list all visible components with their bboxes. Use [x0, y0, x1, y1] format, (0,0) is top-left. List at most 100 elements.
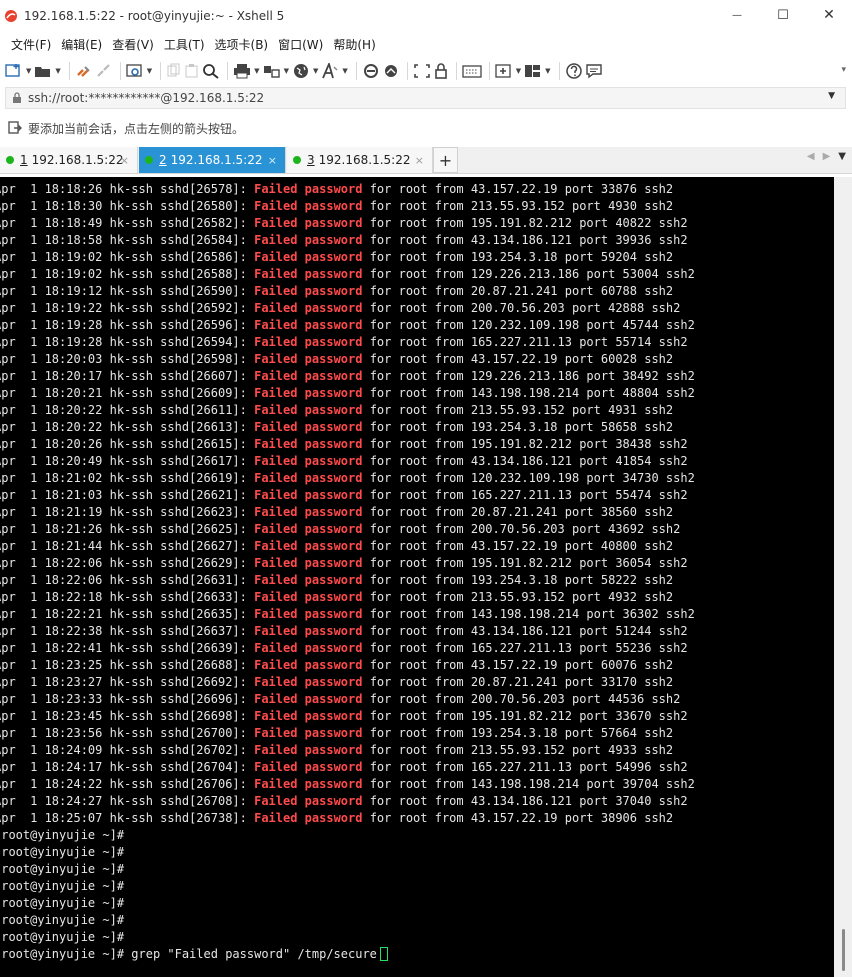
fullscreen-button[interactable]	[413, 59, 431, 83]
minimize-button[interactable]: —	[714, 0, 760, 30]
terminal-command-line[interactable]: [root@yinyujie ~]# grep "Failed password…	[0, 946, 834, 963]
close-icon[interactable]: ×	[120, 154, 129, 167]
chevron-down-icon[interactable]: ▼	[55, 67, 60, 75]
properties-button[interactable]	[126, 59, 144, 83]
new-session-button[interactable]	[5, 59, 23, 83]
chevron-down-icon[interactable]: ▼	[516, 67, 521, 75]
terminal-log-line: Apr 1 18:19:02 hk-ssh sshd[26588]: Faile…	[0, 266, 834, 283]
font-button[interactable]	[321, 59, 339, 83]
chevron-down-icon[interactable]: ▼	[284, 67, 289, 75]
terminal-output[interactable]: Apr 1 18:18:26 hk-ssh sshd[26578]: Faile…	[0, 177, 834, 977]
terminal-log-line: Apr 1 18:23:33 hk-ssh sshd[26696]: Faile…	[0, 691, 834, 708]
log-highlight: Failed password	[254, 624, 363, 638]
chevron-down-icon[interactable]: ▼	[828, 91, 835, 101]
find-button[interactable]	[202, 59, 220, 83]
log-prefix: Apr 1 18:18:49 hk-ssh sshd[26582]:	[0, 216, 255, 230]
log-suffix: for root from 143.198.198.214 port 48804…	[362, 386, 695, 400]
tab-session-1[interactable]: 1 192.168.1.5:22 ×	[0, 147, 138, 173]
log-suffix: for root from 195.191.82.212 port 38438 …	[362, 437, 688, 451]
xftp-button[interactable]	[362, 59, 380, 83]
chevron-down-icon[interactable]: ▼	[313, 67, 318, 75]
log-suffix: for root from 195.191.82.212 port 33670 …	[362, 709, 688, 723]
chevron-down-icon[interactable]: ▼	[26, 67, 31, 75]
open-folder-button[interactable]	[34, 59, 52, 83]
terminal-scrollbar[interactable]	[834, 177, 852, 977]
print-button[interactable]	[233, 59, 251, 83]
log-suffix: for root from 165.227.211.13 port 55236 …	[362, 641, 688, 655]
log-highlight: Failed password	[254, 471, 363, 485]
disconnect-button[interactable]	[95, 59, 113, 83]
log-suffix: for root from 193.254.3.18 port 57664 ss…	[362, 726, 674, 740]
log-highlight: Failed password	[254, 675, 363, 689]
lock-button[interactable]	[433, 59, 449, 83]
menu-window[interactable]: 窗口(W)	[273, 36, 328, 53]
log-highlight: Failed password	[254, 539, 363, 553]
log-prefix: Apr 1 18:23:25 hk-ssh sshd[26688]:	[0, 658, 255, 672]
transfer-button[interactable]	[263, 59, 281, 83]
close-icon[interactable]: ×	[415, 154, 424, 167]
tab-session-3[interactable]: 3 192.168.1.5:22 ×	[287, 147, 433, 173]
terminal-log-line: Apr 1 18:22:06 hk-ssh sshd[26629]: Faile…	[0, 555, 834, 572]
search-icon	[203, 64, 219, 79]
chevron-left-icon[interactable]: ◀	[807, 151, 815, 162]
new-tab-button[interactable]	[495, 59, 513, 83]
log-suffix: for root from 43.134.186.121 port 41854 …	[362, 454, 688, 468]
new-session-icon	[5, 64, 20, 77]
log-highlight: Failed password	[254, 233, 363, 247]
arrow-bookmark-icon[interactable]	[8, 121, 22, 135]
menu-help[interactable]: 帮助(H)	[328, 36, 380, 53]
log-prefix: Apr 1 18:25:07 hk-ssh sshd[26738]:	[0, 811, 255, 825]
toolbar-overflow-icon[interactable]: ▾	[841, 65, 846, 75]
log-prefix: Apr 1 18:20:26 hk-ssh sshd[26615]:	[0, 437, 255, 451]
address-bar[interactable]: ssh://root:************@192.168.1.5:22 ▼	[5, 87, 846, 109]
help-icon	[565, 63, 582, 79]
shell-prompt: [root@yinyujie ~]#	[0, 828, 125, 842]
toolbar-divider	[227, 62, 229, 80]
shell-prompt: [root@yinyujie ~]#	[0, 862, 125, 876]
properties-icon	[126, 64, 142, 77]
menu-tabs[interactable]: 选项卡(B)	[210, 36, 274, 53]
copy-button[interactable]	[166, 59, 182, 83]
globe-button[interactable]	[292, 59, 310, 83]
chevron-down-icon[interactable]: ▼	[838, 151, 846, 162]
log-suffix: for root from 193.254.3.18 port 59204 ss…	[362, 250, 674, 264]
status-dot-icon	[6, 156, 14, 164]
chevron-right-icon[interactable]: ▶	[823, 151, 831, 162]
menu-edit[interactable]: 编辑(E)	[56, 36, 107, 53]
menu-tools[interactable]: 工具(T)	[159, 36, 210, 53]
chat-button[interactable]	[585, 59, 603, 83]
tab-session-2[interactable]: 2 192.168.1.5:22 ×	[139, 147, 286, 173]
log-highlight: Failed password	[254, 335, 363, 349]
maximize-button[interactable]: ☐	[760, 0, 806, 30]
toolbar: ▼ ▼ ▼ ▼ ▼ ▼ ▼ ▼ ▼ ▾	[0, 57, 852, 85]
lock-icon	[434, 63, 447, 79]
log-prefix: Apr 1 18:21:26 hk-ssh sshd[26625]:	[0, 522, 255, 536]
help-button[interactable]	[565, 59, 583, 83]
keyboard-button[interactable]	[462, 59, 482, 83]
log-prefix: Apr 1 18:24:22 hk-ssh sshd[26706]:	[0, 777, 255, 791]
menu-file[interactable]: 文件(F)	[6, 36, 56, 53]
terminal-log-line: Apr 1 18:24:09 hk-ssh sshd[26702]: Faile…	[0, 742, 834, 759]
close-icon[interactable]: ×	[268, 154, 277, 167]
log-prefix: Apr 1 18:20:03 hk-ssh sshd[26598]:	[0, 352, 255, 366]
xshell-button[interactable]	[382, 59, 400, 83]
reconnect-button[interactable]	[75, 59, 93, 83]
chevron-down-icon[interactable]: ▼	[147, 67, 152, 75]
close-button[interactable]: ✕	[806, 0, 852, 30]
terminal-prompt-line: [root@yinyujie ~]#	[0, 912, 834, 929]
paste-button[interactable]	[184, 59, 200, 83]
status-dot-icon	[293, 156, 301, 164]
menu-view[interactable]: 查看(V)	[107, 36, 159, 53]
link-icon	[76, 66, 90, 77]
scrollbar-thumb[interactable]	[842, 929, 845, 971]
log-prefix: Apr 1 18:22:18 hk-ssh sshd[26633]:	[0, 590, 255, 604]
chevron-down-icon[interactable]: ▼	[254, 67, 259, 75]
toolbar-divider	[558, 62, 560, 80]
log-suffix: for root from 20.87.21.241 port 33170 ss…	[362, 675, 674, 689]
terminal-prompt-line: [root@yinyujie ~]#	[0, 895, 834, 912]
layout-button[interactable]	[524, 59, 542, 83]
add-tab-button[interactable]: +	[433, 147, 458, 173]
paste-icon	[185, 64, 198, 78]
chevron-down-icon[interactable]: ▼	[545, 67, 550, 75]
chevron-down-icon[interactable]: ▼	[342, 67, 347, 75]
